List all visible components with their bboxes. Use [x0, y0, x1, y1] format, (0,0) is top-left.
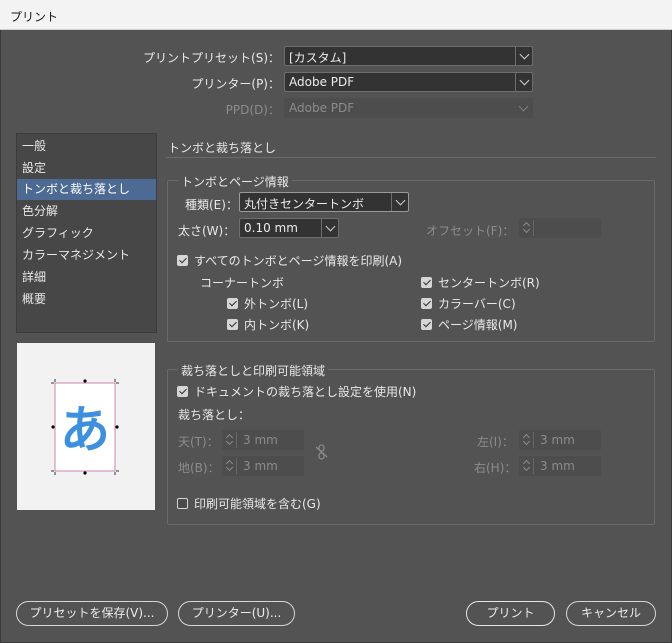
stepper-arrows-icon — [521, 458, 534, 474]
bleed-left-stepper: 3 mm — [519, 430, 601, 450]
chevron-down-icon — [515, 47, 532, 65]
printer-button[interactable]: プリンター(U)... — [178, 601, 295, 626]
category-list: 一般 設定 トンボと裁ち落とし 色分解 グラフィック カラーマネジメント 詳細 … — [16, 133, 157, 333]
include-slug-checkbox[interactable]: 印刷可能領域を含む(G) — [177, 495, 321, 512]
sidebar-item-general[interactable]: 一般 — [17, 136, 156, 157]
print-button[interactable]: プリント — [466, 601, 555, 626]
bleed-top-label: 天(T)： — [178, 435, 219, 449]
cancel-button[interactable]: キャンセル — [566, 601, 656, 626]
sidebar-item-output[interactable]: 色分解 — [17, 201, 156, 222]
print-all-marks-checkbox[interactable]: すべてのトンボとページ情報を印刷(A) — [177, 252, 402, 269]
printer-select[interactable]: Adobe PDF — [284, 72, 533, 92]
use-doc-label: ドキュメントの裁ち落とし設定を使用(N) — [194, 385, 417, 399]
panel-title-divider — [166, 157, 656, 158]
mark-type-select[interactable]: 丸付きセンタートンボ — [239, 192, 409, 212]
bleed-left-value: 3 mm — [540, 433, 575, 447]
color-bars-checkbox[interactable]: カラーバー(C) — [421, 295, 516, 312]
stepper-arrows-icon — [224, 432, 237, 448]
window-title: プリント — [10, 10, 59, 24]
ppd-value: Adobe PDF — [289, 101, 355, 115]
bleed-bottom-label: 地(B)： — [178, 461, 220, 475]
preset-value: [カスタム] — [289, 51, 347, 65]
stepper-arrows-icon — [521, 432, 534, 448]
include-slug-label: 印刷可能領域を含む(G) — [194, 497, 321, 511]
bleed-right-label: 右(H)： — [474, 461, 517, 475]
bleed-group-title: 裁ち落としと印刷可能領域 — [178, 362, 329, 379]
sidebar-item-advanced[interactable]: 詳細 — [17, 267, 156, 288]
pageinfo-label: ページ情報(M) — [438, 318, 518, 332]
stepper-arrows-icon — [224, 458, 237, 474]
outer-marks-checkbox[interactable]: 外トンボ(L) — [227, 295, 308, 312]
sidebar-item-graphics[interactable]: グラフィック — [17, 223, 156, 244]
sidebar-item-marks-bleed[interactable]: トンボと裁ち落とし — [17, 179, 156, 200]
offset-label: オフセット(F)： — [426, 224, 515, 238]
weight-label: 太さ(W)： — [178, 224, 236, 238]
mark-type-label: 種類(E)： — [185, 198, 238, 212]
ppd-select: Adobe PDF — [284, 98, 533, 118]
mark-type-value: 丸付きセンタートンボ — [244, 197, 365, 211]
use-doc-checkbox-box[interactable] — [177, 386, 188, 397]
preview-glyph: あ — [60, 401, 110, 459]
page-preview: あ — [17, 343, 155, 510]
sidebar-item-summary[interactable]: 概要 — [17, 289, 156, 310]
weight-value: 0.10 mm — [244, 221, 298, 235]
stepper-arrows-icon — [521, 220, 534, 236]
link-broken-icon — [315, 444, 329, 460]
colorbar-label: カラーバー(C) — [438, 297, 516, 311]
bleed-top-stepper: 3 mm — [222, 430, 304, 450]
bleed-bottom-value: 3 mm — [243, 459, 278, 473]
print-all-label: すべてのトンボとページ情報を印刷(A) — [194, 254, 403, 268]
chevron-down-icon — [391, 193, 408, 211]
chevron-down-icon — [515, 99, 532, 117]
use-document-bleed-checkbox[interactable]: ドキュメントの裁ち落とし設定を使用(N) — [177, 383, 416, 400]
chevron-down-icon — [515, 73, 532, 91]
page-info-checkbox[interactable]: ページ情報(M) — [421, 316, 517, 333]
inner-marks-checkbox[interactable]: 内トンボ(K) — [227, 316, 309, 333]
printer-value: Adobe PDF — [289, 75, 355, 89]
save-preset-button[interactable]: プリセットを保存(V)... — [16, 601, 168, 626]
center-marks-checkbox[interactable]: センタートンボ(R) — [421, 274, 540, 291]
print-all-checkbox-box[interactable] — [177, 255, 188, 266]
bleed-left-label: 左(I)： — [477, 435, 514, 449]
bleed-right-value: 3 mm — [540, 459, 575, 473]
include-slug-checkbox-box[interactable] — [177, 498, 188, 509]
printer-label: プリンター(P)： — [191, 77, 280, 91]
marks-group-title: トンボとページ情報 — [178, 173, 292, 190]
outer-checkbox-box[interactable] — [227, 298, 238, 309]
inner-checkbox-box[interactable] — [227, 319, 238, 330]
title-bar: プリント — [0, 0, 672, 30]
bleed-bottom-stepper: 3 mm — [222, 456, 304, 476]
bleed-top-value: 3 mm — [243, 433, 278, 447]
bleed-right-stepper: 3 mm — [519, 456, 601, 476]
panel-title: トンボと裁ち落とし — [168, 141, 277, 155]
outer-label: 外トンボ(L) — [244, 297, 309, 311]
pageinfo-checkbox-box[interactable] — [421, 319, 432, 330]
center-label: センタートンボ(R) — [438, 276, 540, 290]
sidebar-item-color-management[interactable]: カラーマネジメント — [17, 245, 156, 266]
chevron-down-icon — [321, 219, 338, 237]
ppd-label: PPD(D)： — [225, 103, 280, 117]
sidebar-item-setup[interactable]: 設定 — [17, 158, 156, 179]
offset-stepper — [519, 218, 601, 238]
preset-label: プリントプリセット(S)： — [143, 51, 280, 65]
center-checkbox-box[interactable] — [421, 277, 432, 288]
page-preview-drawing: あ — [51, 379, 119, 475]
colorbar-checkbox-box[interactable] — [421, 298, 432, 309]
weight-select[interactable]: 0.10 mm — [239, 218, 339, 238]
preset-select[interactable]: [カスタム] — [284, 46, 533, 66]
inner-label: 内トンボ(K) — [244, 318, 310, 332]
bleed-label: 裁ち落とし： — [178, 408, 251, 422]
corner-marks-label: コーナートンボ — [200, 276, 285, 290]
